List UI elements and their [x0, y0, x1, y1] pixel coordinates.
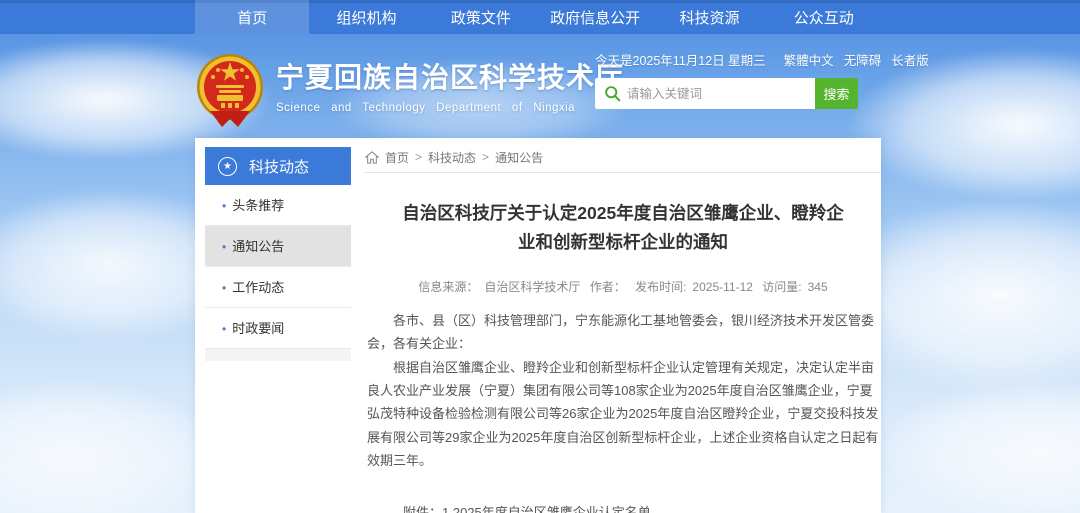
nav-item-home[interactable]: 首页 [195, 0, 309, 34]
meta-visits-value: 345 [808, 280, 828, 294]
attachment-eagle-list[interactable]: 1.2025年度自治区雏鹰企业认定名单 [442, 502, 690, 513]
link-traditional-chinese[interactable]: 繁體中文 [784, 50, 834, 69]
breadcrumb-sci-tech-news[interactable]: 科技动态 [428, 149, 476, 166]
search-button[interactable]: 搜索 [815, 78, 858, 109]
sidebar-header: ★ 科技动态 [205, 147, 351, 185]
sidebar-item-current-affairs[interactable]: • 时政要闻 [205, 308, 351, 349]
link-senior-version[interactable]: 长者版 [891, 50, 929, 69]
breadcrumb-separator: > [415, 150, 422, 164]
nav-item-organization[interactable]: 组织机构 [309, 0, 423, 34]
sidebar-item-label: 头条推荐 [232, 198, 284, 213]
top-nav-items: 首页 组织机构 政策文件 政府信息公开 科技资源 公众互动 [195, 0, 881, 34]
header-right-block: 今天是2025年11月12日 星期三 繁體中文 无障碍 长者版 搜索 [595, 50, 880, 109]
bullet-icon: • [222, 281, 226, 295]
site-title-block: 宁夏回族自治区科学技术厅 Science and Technology Depa… [276, 56, 596, 114]
site-subtitle: Science and Technology Department of Nin… [276, 102, 596, 114]
article-paragraph: 根据自治区雏鹰企业、瞪羚企业和创新型标杆企业认定管理有关规定，决定认定半亩良人农… [367, 356, 879, 473]
meta-visits-label: 访问量: [762, 280, 801, 294]
meta-publish-date: 2025-11-12 [692, 280, 753, 294]
sidebar-item-label: 工作动态 [232, 280, 284, 295]
site-header: 宁夏回族自治区科学技术厅 Science and Technology Depa… [0, 34, 1080, 138]
breadcrumb-separator: > [482, 150, 489, 164]
site-title: 宁夏回族自治区科学技术厅 [276, 56, 596, 96]
top-nav-bar: 首页 组织机构 政策文件 政府信息公开 科技资源 公众互动 [0, 0, 1080, 34]
cloud-decoration [880, 380, 1080, 513]
meta-source-value: 自治区科学技术厅 [484, 280, 580, 294]
content-panel: ★ 科技动态 • 头条推荐 • 通知公告 • 工作动态 • 时政要闻 首页 > 科技动态… [195, 138, 881, 513]
star-circle-icon: ★ [218, 157, 237, 176]
nav-item-gov-info-disclosure[interactable]: 政府信息公开 [538, 0, 652, 34]
breadcrumb-notices[interactable]: 通知公告 [495, 149, 543, 166]
search-icon [604, 85, 621, 102]
current-date: 今天是2025年11月12日 星期三 [595, 50, 766, 69]
bullet-icon: • [222, 322, 226, 336]
link-accessibility[interactable]: 无障碍 [844, 50, 882, 69]
national-emblem-logo [196, 53, 264, 127]
article-body: 各市、县（区）科技管理部门，宁东能源化工基地管委会，银川经济技术开发区管委会，各… [367, 309, 879, 473]
article-paragraph: 各市、县（区）科技管理部门，宁东能源化工基地管委会，银川经济技术开发区管委会，各… [367, 309, 879, 356]
search-input[interactable] [627, 78, 809, 109]
bullet-icon: • [222, 240, 226, 254]
nav-item-policy-documents[interactable]: 政策文件 [424, 0, 538, 34]
bullet-icon: • [222, 199, 226, 213]
sidebar-footer-strip [205, 349, 351, 361]
attachments-list: 1.2025年度自治区雏鹰企业认定名单 2.2025年度自治区瞪羚企业认定名单 … [442, 502, 690, 513]
sidebar-item-work-trends[interactable]: • 工作动态 [205, 267, 351, 308]
sidebar-item-label: 时政要闻 [232, 321, 284, 336]
cloud-decoration [0, 380, 220, 513]
home-icon [365, 151, 379, 164]
meta-source-label: 信息来源： [418, 280, 478, 294]
meta-author-label: 作者： [590, 280, 626, 294]
article-meta: 信息来源： 自治区科学技术厅 作者： 发布时间: 2025-11-12 访问量: 34… [365, 278, 881, 295]
nav-item-sci-tech-resources[interactable]: 科技资源 [652, 0, 766, 34]
search-box [595, 78, 815, 109]
nav-item-public-interaction[interactable]: 公众互动 [767, 0, 881, 34]
sidebar-item-label: 通知公告 [232, 239, 284, 254]
sidebar-item-notices[interactable]: • 通知公告 [205, 226, 351, 267]
header-meta-row: 今天是2025年11月12日 星期三 繁體中文 无障碍 长者版 [595, 50, 880, 69]
meta-publish-label: 发布时间: [635, 280, 686, 294]
sidebar-title: 科技动态 [249, 156, 309, 177]
attachments-label: 附件： [403, 502, 442, 513]
breadcrumb: 首页 > 科技动态 > 通知公告 [365, 138, 881, 173]
main-article-area: 首页 > 科技动态 > 通知公告 自治区科技厅关于认定2025年度自治区雏鹰企业… [365, 138, 881, 513]
sidebar-item-headline-recommend[interactable]: • 头条推荐 [205, 185, 351, 226]
article-title: 自治区科技厅关于认定2025年度自治区雏鹰企业、瞪羚企业和创新型标杆企业的通知 [395, 199, 851, 257]
attachments-block: 附件： 1.2025年度自治区雏鹰企业认定名单 2.2025年度自治区瞪羚企业认… [403, 502, 881, 513]
breadcrumb-home[interactable]: 首页 [385, 149, 409, 166]
search-bar: 搜索 [595, 78, 880, 109]
sidebar: ★ 科技动态 • 头条推荐 • 通知公告 • 工作动态 • 时政要闻 [205, 147, 351, 361]
